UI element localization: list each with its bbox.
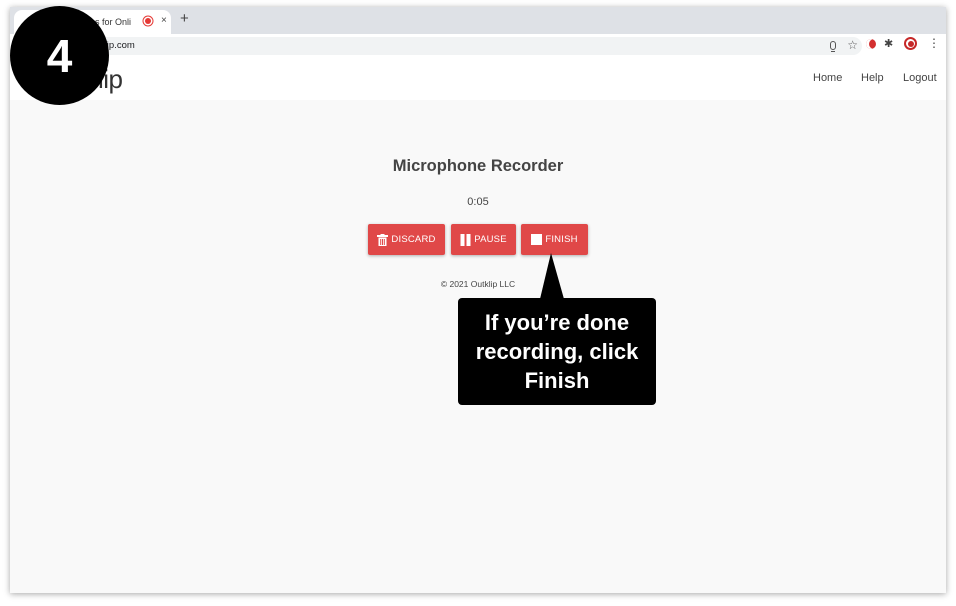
recorder-extension-icon[interactable]: [866, 39, 876, 49]
nav-logout-link[interactable]: Logout: [903, 72, 937, 84]
callout-text: If you’re done recording, click Finish: [475, 310, 639, 393]
pause-icon: [460, 233, 471, 246]
browser-menu-icon[interactable]: ⋮: [928, 36, 940, 50]
tab-close-icon[interactable]: ×: [161, 15, 167, 26]
discard-button[interactable]: DISCARD: [368, 224, 445, 255]
stop-icon: [531, 234, 543, 245]
omnibox[interactable]: utklip.com ☆: [50, 37, 862, 55]
tab-strip: os for Onli × +: [10, 7, 946, 34]
pause-label: PAUSE: [474, 234, 507, 245]
nav-help-link[interactable]: Help: [861, 72, 884, 84]
address-bar: utklip.com ☆ ✱ ⋮: [10, 34, 946, 59]
nav-home-link[interactable]: Home: [813, 72, 842, 84]
trash-icon: [377, 233, 389, 246]
pause-button[interactable]: PAUSE: [451, 224, 516, 255]
microphone-icon[interactable]: [830, 41, 836, 52]
bookmark-star-icon[interactable]: ☆: [847, 38, 858, 52]
profile-avatar-icon[interactable]: [904, 37, 917, 50]
recording-timer: 0:05: [467, 196, 489, 208]
page-title: Microphone Recorder: [392, 157, 564, 175]
instruction-callout: If you’re done recording, click Finish: [458, 298, 656, 405]
step-number-badge: 4: [10, 6, 109, 105]
callout-pointer-arrow: [540, 253, 564, 299]
site-header: lip Home Help Logout: [10, 58, 946, 100]
extensions-puzzle-icon[interactable]: ✱: [884, 37, 893, 50]
recording-indicator-icon: [145, 18, 151, 24]
copyright-text: © 2021 Outklip LLC: [440, 279, 516, 289]
discard-label: DISCARD: [391, 234, 436, 245]
finish-button[interactable]: FINISH: [521, 224, 588, 255]
new-tab-button[interactable]: +: [180, 10, 189, 27]
finish-label: FINISH: [545, 234, 578, 245]
